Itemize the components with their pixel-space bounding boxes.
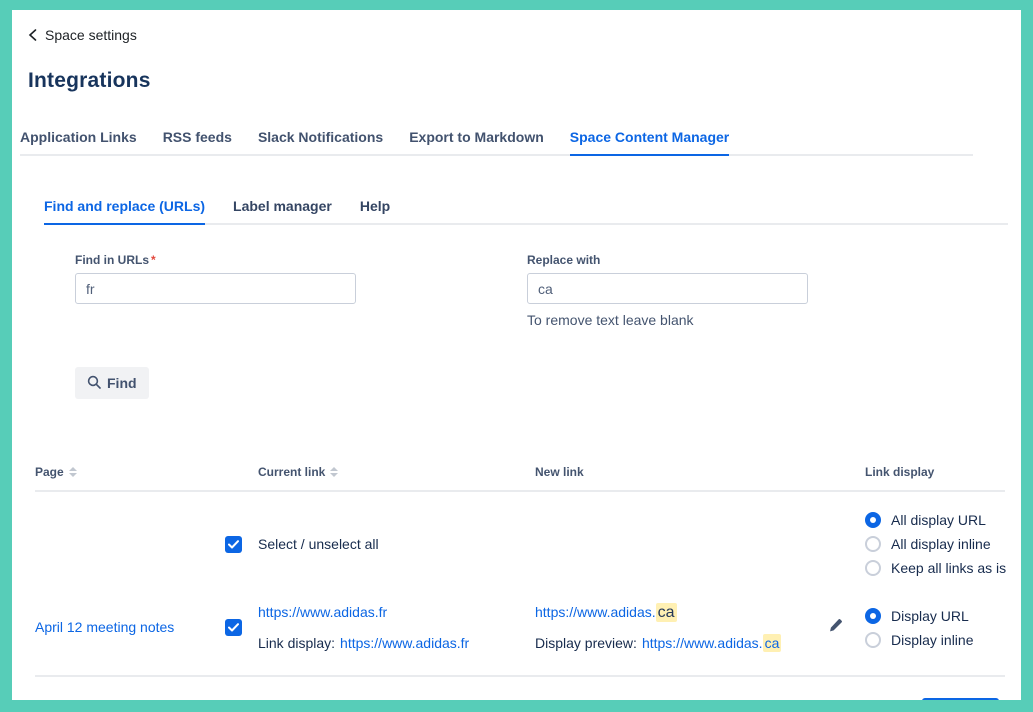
radio-unselected-icon [865, 632, 881, 648]
new-url-link[interactable]: https://www.adidas. [535, 604, 656, 620]
preview-url-highlight: ca [763, 634, 782, 652]
row-checkbox[interactable] [225, 619, 242, 636]
subtab-label-manager[interactable]: Label manager [233, 194, 332, 223]
find-button[interactable]: Find [75, 367, 149, 399]
tab-export-to-markdown[interactable]: Export to Markdown [409, 125, 544, 154]
radio-display-url[interactable]: Display URL [865, 608, 1005, 624]
subtab-help[interactable]: Help [360, 194, 390, 223]
find-replace-form: Find in URLs* Replace with To remove tex… [75, 253, 1021, 328]
column-header-page[interactable]: Page [35, 465, 225, 479]
back-label: Space settings [45, 27, 137, 43]
column-header-current-link[interactable]: Current link [258, 465, 535, 479]
current-url-link[interactable]: https://www.adidas.fr [258, 604, 387, 620]
radio-all-display-url[interactable]: All display URL [865, 512, 1005, 528]
tab-rss-feeds[interactable]: RSS feeds [163, 125, 232, 154]
sub-tabs: Find and replace (URLs) Label manager He… [44, 194, 1008, 225]
table-row: April 12 meeting notes https://www.adida… [35, 592, 1005, 677]
back-to-space-settings[interactable]: Space settings [28, 27, 137, 43]
replace-with-label: Replace with [527, 253, 979, 267]
select-all-row: Select / unselect all All display URL Al… [35, 492, 1005, 592]
new-url-highlight: ca [656, 603, 677, 622]
page-link[interactable]: April 12 meeting notes [35, 619, 174, 635]
sort-icon[interactable] [330, 467, 338, 477]
radio-selected-icon [865, 512, 881, 528]
global-display-options: All display URL All display inline Keep … [865, 512, 1005, 576]
radio-display-inline[interactable]: Display inline [865, 632, 1005, 648]
link-display-prefix: Link display: [258, 635, 335, 651]
footer-actions: Replace [12, 698, 999, 700]
radio-unselected-icon [865, 560, 881, 576]
radio-unselected-icon [865, 536, 881, 552]
row-display-options: Display URL Display inline [865, 608, 1005, 648]
tab-space-content-manager[interactable]: Space Content Manager [570, 125, 729, 156]
current-link-cell: https://www.adidas.fr Link display: https… [258, 604, 535, 651]
radio-keep-all-links[interactable]: Keep all links as is [865, 560, 1005, 576]
column-header-new-link: New link [535, 465, 805, 479]
new-link-cell: https://www.adidas.ca Display preview:ht… [535, 604, 805, 651]
subtab-find-and-replace-urls[interactable]: Find and replace (URLs) [44, 194, 205, 225]
edit-new-link-button[interactable] [805, 618, 865, 638]
preview-url-link[interactable]: https://www.adidas. [642, 635, 763, 651]
find-in-urls-input[interactable] [75, 273, 356, 304]
replace-field-group: Replace with To remove text leave blank [527, 253, 979, 328]
main-tabs: Application Links RSS feeds Slack Notifi… [20, 125, 973, 156]
find-in-urls-label: Find in URLs* [75, 253, 527, 267]
current-display-url-link[interactable]: https://www.adidas.fr [340, 635, 469, 651]
display-preview-prefix: Display preview: [535, 635, 637, 651]
select-all-checkbox[interactable] [225, 536, 242, 553]
tab-slack-notifications[interactable]: Slack Notifications [258, 125, 383, 154]
replace-hint: To remove text leave blank [527, 312, 979, 328]
table-header-row: Page Current link New link Link display [35, 465, 1005, 492]
radio-all-display-inline[interactable]: All display inline [865, 536, 1005, 552]
replace-with-input[interactable] [527, 273, 808, 304]
find-button-label: Find [107, 375, 137, 391]
select-all-label: Select / unselect all [258, 536, 535, 552]
find-field-group: Find in URLs* [75, 253, 527, 328]
tab-application-links[interactable]: Application Links [20, 125, 137, 154]
page-title: Integrations [28, 69, 1021, 93]
results-table: Page Current link New link Link display … [35, 465, 1005, 677]
search-icon [87, 375, 101, 392]
replace-button[interactable]: Replace [922, 698, 999, 700]
required-asterisk: * [151, 253, 156, 267]
chevron-left-icon [28, 29, 37, 41]
pencil-icon [828, 618, 843, 638]
main-panel: Space settings Integrations Application … [12, 10, 1021, 700]
sort-icon[interactable] [69, 467, 77, 477]
column-header-link-display: Link display [865, 465, 1005, 479]
radio-selected-icon [865, 608, 881, 624]
